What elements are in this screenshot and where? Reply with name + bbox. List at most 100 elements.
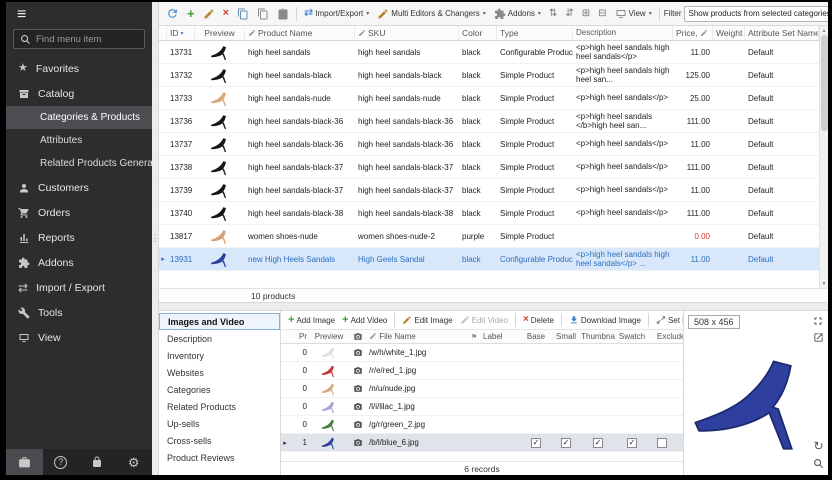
tab-inventory[interactable]: Inventory [159,347,280,364]
set-resize-rule-button[interactable]: Set Resize Rule [654,314,683,326]
product-row-selected[interactable]: ▸ 13931 new High Heels Sandals High Geel… [159,248,828,271]
column-header-weight[interactable]: Weight [713,26,745,40]
clear-sorting-button[interactable]: ⇅ [546,7,560,21]
sidebar-item-attributes[interactable]: Attributes [6,129,152,152]
exclude-checkbox[interactable] [657,438,667,448]
column-header-file-name[interactable]: File Name [367,332,471,341]
collapse-all-button[interactable]: ⊟ [595,7,609,21]
tab-websites[interactable]: Websites [159,364,280,381]
paste-button[interactable] [274,6,292,22]
column-header-thumbnail[interactable]: Thumbna [581,332,615,341]
sidebar-item-catalog[interactable]: Catalog [6,81,152,106]
product-row[interactable]: 13733 high heel sandals-nude high heel s… [159,87,828,110]
column-header-type[interactable]: Type [497,26,573,40]
rotate-icon[interactable]: ↻ [813,440,823,452]
product-row[interactable]: 13817 women shoes-nude women shoes-nude-… [159,225,828,248]
column-header-price[interactable]: Price, [673,26,713,40]
zoom-icon[interactable] [813,458,824,469]
image-row[interactable]: 0 /w/h/white_1.jpg [281,344,683,362]
settings-button[interactable]: ⚙ [116,449,153,475]
horizontal-splitter[interactable] [159,303,828,311]
base-checkbox[interactable]: ✓ [531,438,541,448]
scrollbar-thumb[interactable] [821,35,828,131]
column-header-attribute-set[interactable]: Attribute Set Name [745,26,819,40]
column-header-preview[interactable]: Preview [195,26,245,40]
column-header-exclude[interactable]: Exclude [649,332,683,341]
product-row[interactable]: 13738 high heel sandals-black-37 high he… [159,156,828,179]
image-row-selected[interactable]: ▸ 1 /b/l/blue_6.jpg ✓ ✓ ✓ ✓ [281,434,683,452]
sidebar-item-tools[interactable]: Tools [6,300,152,325]
refresh-button[interactable] [163,5,182,22]
download-image-button[interactable]: Download Image [567,314,643,326]
addons-button[interactable]: Addons ▾ [491,6,544,22]
image-row[interactable]: 0 /r/e/red_1.jpg [281,362,683,380]
thumbnail-checkbox[interactable]: ✓ [593,438,603,448]
sort-button[interactable]: ⇵ [562,7,576,21]
sidebar-item-customers[interactable]: Customers [6,175,152,200]
tab-up-sells[interactable]: Up-sells [159,415,280,432]
sidebar-item-categories-products[interactable]: Categories & Products [6,106,152,129]
add-product-button[interactable]: + [184,5,198,22]
image-row[interactable]: 0 /n/u/nude.jpg [281,380,683,398]
add-video-button[interactable]: +Add Video [340,314,389,327]
swatch-checkbox[interactable]: ✓ [627,438,637,448]
sidebar-item-view[interactable]: View [6,325,152,350]
tab-product-reviews[interactable]: Product Reviews [159,449,280,466]
fullscreen-icon[interactable] [812,315,824,327]
sidebar-item-orders[interactable]: Orders [6,200,152,225]
tab-categories[interactable]: Categories [159,381,280,398]
column-header-color[interactable]: Color [459,26,497,40]
edit-video-button[interactable]: Edit Video [458,314,510,326]
scroll-up-button[interactable]: ▲ [820,26,828,35]
column-header-base[interactable]: Base [521,332,551,341]
tab-description[interactable]: Description [159,330,280,347]
sidebar-item-addons[interactable]: Addons [6,250,152,275]
image-row[interactable]: 0 /l/i/lilac_1.jpg [281,398,683,416]
store-button[interactable] [6,449,43,475]
product-row[interactable]: 13737 high heel sandals-black-36 high he… [159,133,828,156]
column-header-id[interactable]: ID▾ [167,26,195,40]
delete-product-button[interactable]: × [220,6,232,21]
view-button[interactable]: View ▾ [612,6,655,22]
tab-cross-sells[interactable]: Cross-sells [159,432,280,449]
import-export-button[interactable]: ⇄ Import/Export ▾ [301,6,372,21]
copy-button[interactable] [234,6,252,22]
image-row[interactable]: 0 /g/r/green_2.jpg [281,416,683,434]
lock-button[interactable] [79,449,116,475]
small-checkbox[interactable]: ✓ [561,438,571,448]
product-row[interactable]: 13740 high heel sandals-black-38 high he… [159,202,828,225]
help-button[interactable]: ? [43,449,80,475]
column-header-label[interactable]: Label [481,332,521,341]
product-row[interactable]: 13736 high heel sandals-black-36 high he… [159,110,828,133]
hamburger-menu-icon[interactable]: ≡ [17,7,26,23]
sidebar-search-input[interactable]: Find menu item [13,29,145,49]
column-header-small[interactable]: Small [551,332,581,341]
tab-related-products[interactable]: Related Products [159,398,280,415]
add-image-button[interactable]: +Add Image [286,314,337,327]
sidebar-item-import-export[interactable]: ⇄ Import / Export [6,275,152,300]
open-in-new-icon[interactable] [813,332,824,343]
edit-image-button[interactable]: Edit Image [400,314,454,326]
column-header-preview[interactable]: Preview [309,332,349,341]
column-header-sku[interactable]: SKU [355,26,459,40]
sidebar-item-favorites[interactable]: ★ Favorites [6,56,152,81]
tab-images-and-video[interactable]: Images and Video [159,313,280,330]
multi-editors-button[interactable]: Multi Editors & Changers ▾ [374,6,489,22]
product-row[interactable]: 13731 high heel sandals high heel sandal… [159,41,828,64]
sidebar-item-reports[interactable]: Reports [6,225,152,250]
product-row[interactable]: 13739 high heel sandals-black-37 high he… [159,179,828,202]
column-header-description[interactable]: Description [573,26,673,40]
product-row[interactable]: 13732 high heel sandals-black high heel … [159,64,828,87]
sidebar-splitter[interactable]: ⋮ [152,2,159,475]
edit-product-button[interactable] [200,6,218,22]
sidebar-item-related-products-generator[interactable]: Related Products Generator [6,152,152,175]
duplicate-button[interactable] [254,6,272,22]
column-header-product-name[interactable]: Product Name [245,26,355,40]
column-header-pr[interactable]: Pr [289,332,309,341]
column-header-swatch[interactable]: Swatch [615,332,649,341]
grid-vertical-scrollbar[interactable]: ▲ ▼ [819,26,828,288]
scroll-down-button[interactable]: ▼ [820,279,828,288]
filter-mode-dropdown[interactable]: Show products from selected categories ▾ [684,6,829,22]
expand-all-button[interactable]: ⊞ [579,7,593,21]
delete-image-button[interactable]: ×Delete [521,314,556,326]
